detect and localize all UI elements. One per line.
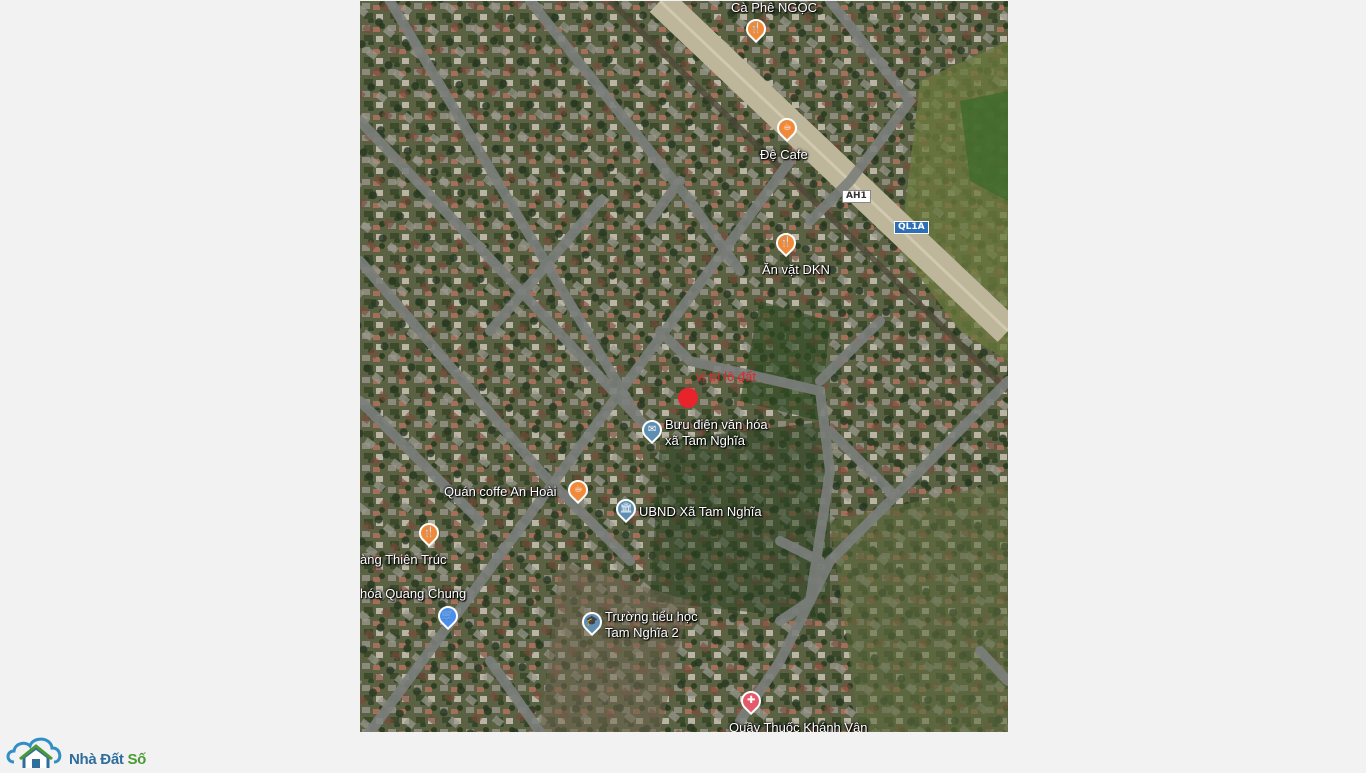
road-shield-ah1: AH1 [842, 190, 871, 203]
poi-label-an-vat-dkn[interactable]: Ăn vặt DKN [762, 262, 830, 278]
brand-logo[interactable]: Nhà Đất Số [6, 732, 166, 768]
poi-label-truong-tieu-hoc[interactable]: Trường tiểu học Tam Nghĩa 2 [605, 609, 698, 641]
house-cloud-icon [6, 737, 62, 768]
poi-label-thien-truc[interactable]: àng Thiên Trúc [360, 552, 446, 568]
poi-label-quay-thuoc[interactable]: Quầy Thuốc Khánh Vân [729, 720, 868, 732]
brand-name-part2: Số [127, 751, 147, 768]
plot-marker[interactable] [678, 388, 698, 408]
road-shield-ql1a: QL1A [894, 221, 929, 234]
poi-label-ca-phe-ngoc[interactable]: Cà Phê NGỌC [731, 1, 817, 16]
poi-label-quang-chung[interactable]: hóa Quang Chung [360, 586, 466, 602]
poi-label-quan-coffe-an-hoai[interactable]: Quán coffe An Hoài [444, 484, 557, 500]
poi-label-de-cafe[interactable]: Đệ Cafe [760, 147, 808, 163]
satellite-map[interactable]: vị trí lô đất AH1 QL1A 🍴 Cà Phê NGỌC ☕ Đ… [360, 1, 1008, 732]
poi-label-buu-dien[interactable]: Bưu điện văn hóa xã Tam Nghĩa [665, 417, 768, 449]
brand-name: Nhà Đất Số [69, 751, 146, 768]
plot-marker-label: vị trí lô đất [696, 369, 756, 384]
poi-label-ubnd[interactable]: UBND Xã Tam Nghĩa [639, 504, 762, 520]
brand-name-part1: Nhà Đất [69, 751, 128, 768]
